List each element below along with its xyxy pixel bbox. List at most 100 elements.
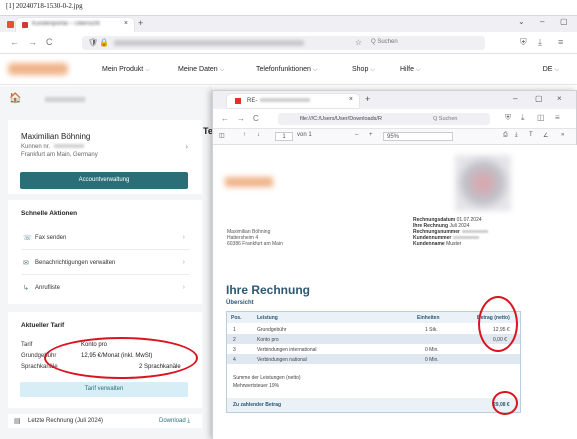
shield-toolbar-icon[interactable]: ⛨ — [505, 113, 511, 123]
forward-icon[interactable]: → — [237, 114, 245, 123]
manage-tariff-button[interactable]: Tarif verwalten — [20, 382, 188, 397]
pdf-favicon-icon — [235, 98, 241, 104]
more-tools-icon[interactable]: » — [561, 132, 564, 138]
shield-toolbar-icon[interactable]: ⛨ — [520, 37, 527, 48]
reload-icon[interactable]: C — [46, 37, 53, 47]
minimize-icon[interactable]: – — [513, 94, 517, 103]
image-caption: [1] 20240718-1530-0-2.jpg — [6, 2, 83, 10]
left-pane: 🏠 Maximilian Böhning Kunnen nr. Frankfur… — [0, 86, 212, 439]
meta-value-redacted — [453, 236, 480, 240]
back-icon[interactable]: ← — [10, 37, 19, 47]
shield-icon[interactable]: 🛡 — [88, 38, 98, 47]
customer-number: Kunnen nr. — [21, 144, 85, 150]
zoom-in-icon[interactable]: + — [369, 132, 373, 138]
outer-active-tab[interactable]: Kundenportal – Übersicht × — [16, 18, 134, 32]
sidebar-toggle-icon[interactable]: ◫ — [219, 132, 225, 139]
minimize-icon[interactable]: – — [540, 17, 544, 26]
table-header: Pos. Leistung Einheiten Betrag (netto) — [227, 312, 520, 323]
page-total: von 1 — [297, 132, 312, 138]
total-row: Zu zahlender Betrag 29,08 € — [227, 398, 520, 412]
action-fax-senden[interactable]: ☏ Fax senden › — [21, 228, 189, 250]
annotation-oval-base-fee — [44, 337, 198, 379]
next-page-icon[interactable]: ↓ — [257, 132, 260, 138]
chevron-right-icon: › — [182, 284, 185, 291]
row-label: Verbindungen international — [257, 347, 317, 353]
browser-menu-icon[interactable] — [7, 21, 14, 28]
menu-icon[interactable]: ≡ — [558, 37, 563, 47]
text-tool-icon[interactable]: T — [529, 132, 533, 138]
page-number-input[interactable]: 1 — [275, 132, 293, 141]
url-text-redacted — [114, 40, 304, 46]
last-invoice-row: ▤ Letzte Rechnung (Juli 2024) Download ⤓ — [8, 414, 202, 428]
meta-row: Kundenname Muster — [413, 241, 461, 247]
customer-number-redacted — [54, 144, 85, 149]
bookmark-star-icon[interactable]: ☆ — [355, 38, 362, 47]
maximize-icon[interactable]: ▢ — [560, 17, 568, 26]
invoice-table: Pos. Leistung Einheiten Betrag (netto) 1… — [226, 311, 521, 413]
back-icon[interactable]: ← — [221, 114, 229, 123]
maximize-icon[interactable]: ▢ — [535, 94, 543, 103]
overview-subheading: Übersicht — [226, 300, 254, 306]
annotation-oval-amounts — [478, 296, 518, 352]
menu-telefonfunktionen[interactable]: Telefonfunktionen ⌵ — [256, 66, 317, 74]
inner-url-bar[interactable]: file:///C:/Users/User/Downloads/R — [278, 113, 448, 125]
downloads-icon[interactable]: ⤓ — [538, 37, 542, 48]
save-icon[interactable]: ⤓ — [515, 132, 518, 139]
new-tab-button[interactable]: + — [138, 18, 143, 28]
search-placeholder: Q Suchen — [433, 116, 458, 122]
row-pos: 3 — [233, 347, 236, 353]
menu-meine-daten[interactable]: Meine Daten ⌵ — [178, 66, 224, 74]
action-notifications[interactable]: ✉ Benachrichtigungen verwalten › — [21, 253, 189, 275]
chevron-right-icon[interactable]: › — [185, 142, 188, 151]
close-window-icon[interactable]: × — [557, 94, 562, 103]
list-tabs-icon[interactable]: ⌄ — [518, 17, 525, 26]
action-label: Fax senden — [35, 235, 67, 241]
site-logo[interactable] — [8, 63, 68, 75]
prev-page-icon[interactable]: ↑ — [243, 132, 246, 138]
row-label: Konto pro — [257, 337, 279, 343]
action-call-list[interactable]: ↳ Anrufliste › — [21, 278, 189, 300]
outer-search-box[interactable]: Q Suchen — [365, 36, 485, 50]
menu-icon[interactable]: ≡ — [555, 113, 560, 122]
inner-active-tab[interactable]: RE- × — [227, 94, 359, 108]
new-tab-button[interactable]: + — [365, 94, 370, 104]
zoom-out-icon[interactable]: – — [355, 132, 358, 138]
meta-value-redacted — [461, 230, 488, 234]
search-placeholder: Q Suchen — [371, 39, 398, 45]
breadcrumb: 🏠 — [0, 86, 212, 112]
reload-icon[interactable]: C — [253, 114, 259, 123]
downloads-icon[interactable]: ⤓ — [521, 113, 525, 123]
home-icon[interactable]: 🏠 — [9, 93, 21, 104]
menu-hilfe[interactable]: Hilfe ⌵ — [400, 66, 421, 74]
row-pos: 2 — [233, 337, 236, 343]
user-name: Maximilian Böhning — [21, 132, 91, 141]
fax-icon: ☏ — [23, 235, 32, 242]
chevron-down-icon: ⌵ — [312, 67, 318, 73]
menu-mein-produkt[interactable]: Mein Produkt ⌵ — [102, 66, 150, 74]
download-link[interactable]: Download ⤓ — [159, 418, 190, 425]
tab-close-icon[interactable]: × — [349, 96, 353, 103]
chevron-down-icon: ⌵ — [219, 67, 225, 73]
menu-shop[interactable]: Shop ⌵ — [352, 66, 375, 74]
extensions-icon[interactable]: ◫ — [537, 113, 545, 122]
chevron-down-icon: ⌵ — [145, 67, 150, 73]
row-units: 0 Min. — [425, 357, 439, 363]
print-icon[interactable]: ⎙ — [503, 132, 508, 139]
inner-search-box[interactable]: Q Suchen — [425, 113, 490, 125]
row-units: 0 Min. — [425, 347, 439, 353]
row-label: Verbindungen national — [257, 357, 307, 363]
outer-url-bar[interactable]: 🛡 🔒 ☆ — [82, 36, 382, 50]
lock-icon[interactable]: 🔒 — [99, 38, 109, 47]
col-einheiten: Einheiten — [417, 315, 440, 321]
customer-number-label: Kunnen nr. — [21, 144, 51, 150]
draw-tool-icon[interactable]: ∠ — [543, 132, 548, 139]
mail-icon: ✉ — [23, 260, 29, 267]
zoom-select[interactable]: 95% — [383, 132, 453, 141]
language-select[interactable]: DE ⌵ — [543, 66, 559, 74]
account-management-button[interactable]: Accountverwaltung — [20, 172, 188, 189]
inner-tab-bar: RE- × + – ▢ × — [213, 91, 576, 109]
chevron-down-icon: ⌵ — [370, 67, 375, 73]
chevron-right-icon: › — [182, 234, 185, 241]
tab-close-icon[interactable]: × — [124, 20, 128, 27]
forward-icon[interactable]: → — [28, 37, 37, 47]
